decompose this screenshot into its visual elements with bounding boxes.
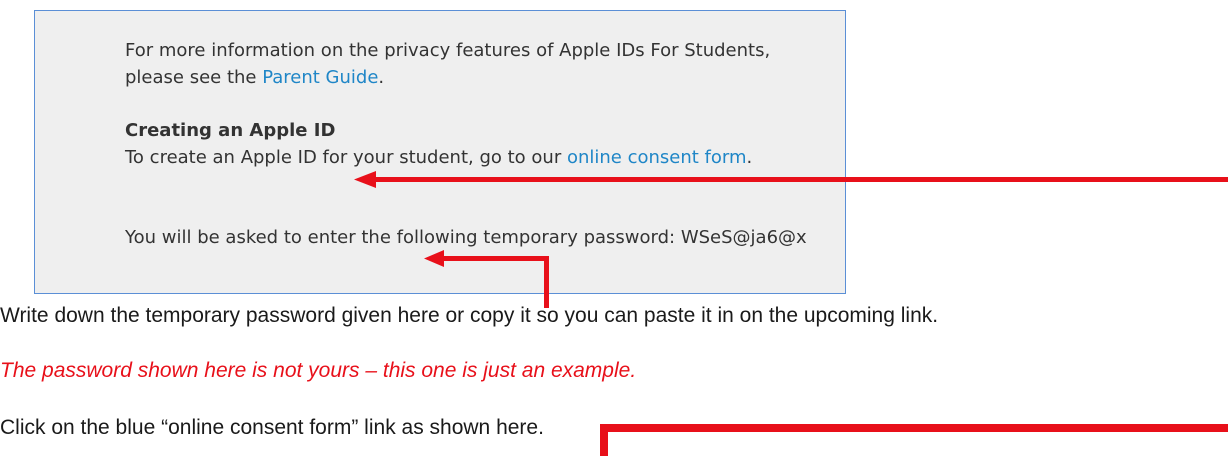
create-apple-id-period: . (746, 147, 753, 168)
privacy-info-text: For more information on the privacy feat… (125, 40, 771, 88)
parent-guide-link[interactable]: Parent Guide (262, 67, 378, 88)
create-apple-id-section: Creating an Apple ID To create an Apple … (125, 117, 825, 171)
privacy-info-period: . (378, 67, 385, 88)
temporary-password-value: WSeS@ja6@x (680, 227, 807, 248)
temporary-password-prompt: You will be asked to enter the following… (125, 227, 681, 248)
online-consent-form-link[interactable]: online consent form (567, 147, 747, 168)
create-apple-id-text: To create an Apple ID for your student, … (125, 147, 567, 168)
info-box: For more information on the privacy feat… (34, 10, 846, 294)
temporary-password-paragraph: You will be asked to enter the following… (125, 224, 825, 251)
click-instruction-text: Click on the blue “online consent form” … (0, 416, 544, 439)
privacy-info-paragraph: For more information on the privacy feat… (125, 37, 825, 91)
instruction-text: Write down the temporary password given … (0, 304, 939, 327)
create-apple-id-heading: Creating an Apple ID (125, 120, 336, 141)
example-note: The password shown here is not yours – t… (0, 359, 637, 382)
click-instruction-arrow (600, 424, 1228, 456)
